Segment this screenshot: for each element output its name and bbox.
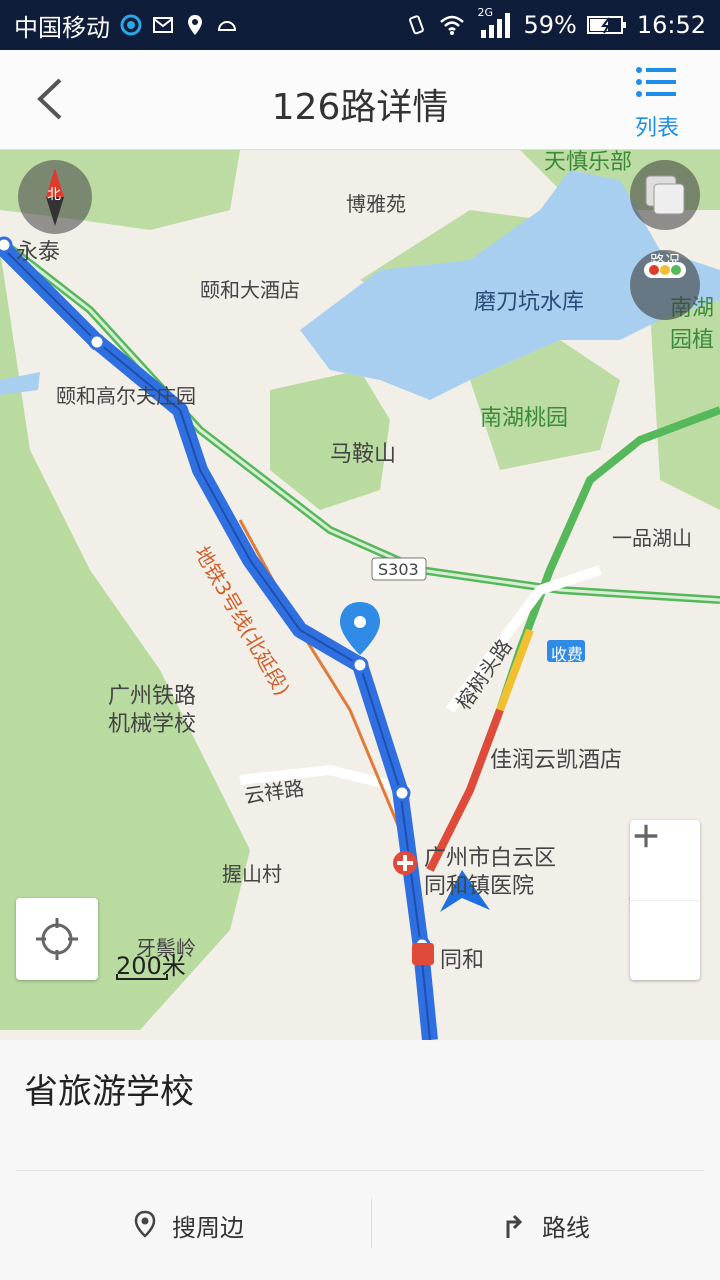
- search-nearby-label: 搜周边: [172, 1213, 244, 1242]
- map-label: 同和: [440, 948, 485, 973]
- location-pin-icon: [134, 1210, 156, 1238]
- wifi-icon: [440, 15, 465, 35]
- action-divider: [371, 1198, 372, 1248]
- map-label: 颐和大酒店: [200, 278, 300, 302]
- bus-stop: [351, 656, 369, 674]
- search-nearby-button[interactable]: 搜周边: [132, 1190, 244, 1260]
- top-nav-bar: 126路详情 列表: [0, 50, 720, 150]
- map-view[interactable]: 天慎乐部 博雅苑 永泰 颐和大酒店 磨刀坑水库 南湖 园植 颐和高尔夫庄园 南湖…: [0, 150, 720, 1040]
- map-label: 颐和高尔夫庄园: [56, 384, 196, 408]
- list-label: 列表: [634, 116, 679, 141]
- layers-icon: [645, 175, 685, 215]
- map-label: 磨刀坑水库: [474, 290, 585, 315]
- map-label: 马鞍山: [330, 442, 397, 467]
- map-layers-button[interactable]: [630, 160, 700, 230]
- place-name: 省旅游学校: [24, 1072, 194, 1112]
- compass-button[interactable]: 北: [18, 160, 92, 234]
- map-canvas[interactable]: [0, 150, 720, 1040]
- signal-indicator: 2G: [477, 6, 513, 38]
- map-label: 天慎乐部: [544, 150, 633, 175]
- map-label: 南湖桃园: [480, 406, 569, 431]
- place-detail-panel: 省旅游学校 搜周边 路线: [0, 1040, 720, 1280]
- clock: 16:52: [636, 11, 706, 39]
- map-label: 博雅苑: [346, 192, 406, 216]
- location-icon: [188, 15, 202, 35]
- mail-icon: [153, 17, 173, 33]
- battery-percent: 59%: [523, 11, 577, 39]
- android-icon: [217, 21, 237, 31]
- signal-icon: [481, 13, 511, 38]
- panel-divider: [16, 1170, 704, 1171]
- route-arrow-icon: [506, 1214, 523, 1238]
- zoom-out-button[interactable]: [630, 834, 700, 981]
- toll-label: 收费: [551, 645, 584, 664]
- poi-marker-tonghe: [412, 943, 434, 965]
- traffic-toggle-button[interactable]: 路况: [630, 250, 700, 320]
- map-label: 同和镇医院: [424, 874, 535, 899]
- map-scale-bar: [116, 974, 168, 980]
- compass-north-label: 北: [47, 187, 61, 203]
- bus-stop-yongtai: [0, 236, 13, 254]
- map-label: 佳润云凯酒店: [490, 748, 623, 773]
- route-label: 路线: [542, 1213, 590, 1242]
- selected-place-pin: [340, 602, 380, 655]
- list-button[interactable]: 列表: [612, 64, 702, 142]
- vibrate-icon: [409, 15, 425, 35]
- map-label: 握山村: [222, 862, 282, 886]
- bus-stop: [393, 784, 411, 802]
- zoom-control: [630, 820, 700, 980]
- bus-stop: [88, 333, 106, 351]
- map-label: 一品湖山: [612, 526, 692, 550]
- road-shield-label: S303: [378, 560, 419, 579]
- selected-place-pin-dot: [354, 616, 366, 628]
- route-button[interactable]: 路线: [498, 1190, 590, 1260]
- map-label: 机械学校: [108, 712, 197, 737]
- status-bar: 中国移动 2G 59% 16:52: [0, 0, 720, 50]
- list-icon: [636, 67, 676, 97]
- carrier-label: 中国移动: [14, 13, 110, 42]
- china-mobile-icon: [120, 14, 142, 36]
- map-label: 永泰: [16, 240, 61, 265]
- locate-me-button[interactable]: [16, 898, 98, 980]
- battery-icon: [586, 16, 626, 34]
- traffic-light-icon: [644, 262, 686, 278]
- minus-icon: [634, 834, 658, 838]
- locate-icon: [36, 918, 78, 960]
